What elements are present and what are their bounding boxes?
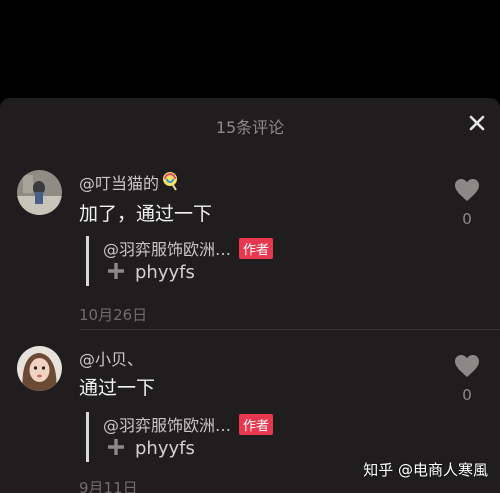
watermark: 知乎 @电商人寒風 bbox=[363, 461, 488, 479]
username-text[interactable]: @叮当猫的 bbox=[79, 174, 159, 193]
like-button[interactable]: 0 bbox=[454, 354, 480, 404]
reply-preview[interactable]: @羽弈服饰欧洲… 作者 phyyfs bbox=[86, 412, 469, 462]
author-badge: 作者 bbox=[239, 414, 274, 435]
reply-text: phyyfs bbox=[135, 438, 195, 459]
heart-icon bbox=[455, 355, 479, 377]
reply-author[interactable]: @羽弈服饰欧洲… 作者 bbox=[103, 412, 274, 436]
comment-text: 加了，通过一下 bbox=[79, 203, 213, 225]
comments-sheet: 15条评论 @叮当猫的 加了，通过一下 0 @羽弈服饰欧洲… 作者 phyyfs… bbox=[0, 98, 500, 493]
reply-text-line: phyyfs bbox=[107, 438, 195, 461]
comment-text: 通过一下 bbox=[79, 377, 156, 399]
avatar[interactable] bbox=[17, 170, 62, 215]
sheet-title: 15条评论 bbox=[215, 118, 285, 137]
plus-icon bbox=[107, 438, 125, 461]
reply-text: phyyfs bbox=[135, 262, 195, 283]
like-button[interactable]: 0 bbox=[454, 178, 480, 228]
comment-date: 9月11日 bbox=[79, 479, 138, 493]
sheet-header: 15条评论 bbox=[0, 98, 500, 150]
plus-icon bbox=[107, 262, 125, 285]
author-badge: 作者 bbox=[239, 238, 274, 259]
close-icon[interactable] bbox=[468, 114, 486, 132]
avatar[interactable] bbox=[17, 346, 62, 391]
comment-username[interactable]: @叮当猫的 bbox=[79, 170, 181, 195]
reply-text-line: phyyfs bbox=[107, 262, 195, 285]
like-count: 0 bbox=[462, 386, 472, 404]
heart-icon bbox=[455, 179, 479, 201]
comment-divider bbox=[79, 329, 500, 330]
reply-author[interactable]: @羽弈服饰欧洲… 作者 bbox=[103, 236, 274, 260]
reply-preview[interactable]: @羽弈服饰欧洲… 作者 phyyfs bbox=[86, 236, 469, 286]
reply-author-name[interactable]: @羽弈服饰欧洲… bbox=[103, 240, 231, 259]
comment-username[interactable]: @小贝、 bbox=[79, 346, 143, 370]
reply-author-name[interactable]: @羽弈服饰欧洲… bbox=[103, 416, 231, 435]
lollipop-icon bbox=[161, 171, 181, 195]
like-count: 0 bbox=[462, 210, 472, 228]
comment-date: 10月26日 bbox=[79, 306, 148, 324]
